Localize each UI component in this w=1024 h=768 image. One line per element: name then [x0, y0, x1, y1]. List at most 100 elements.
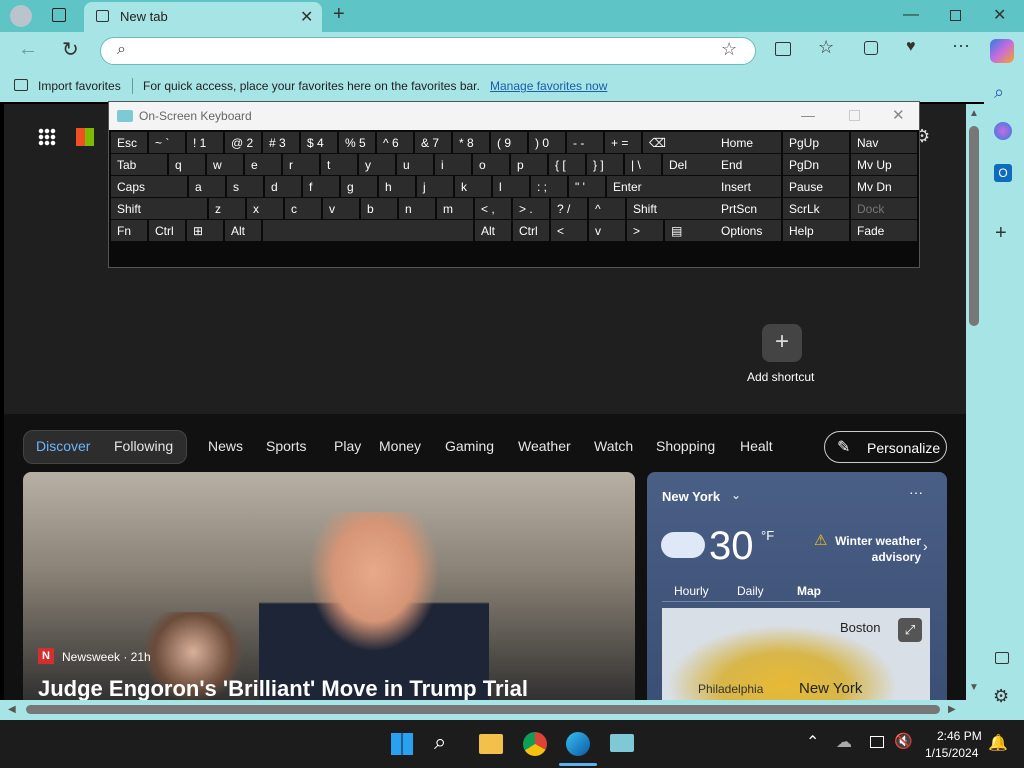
osk-key[interactable]: ? /: [551, 198, 587, 219]
news-card[interactable]: N Newsweek · 21h Judge Engoron's 'Brilli…: [23, 472, 635, 704]
osk-key[interactable]: & 7: [415, 132, 451, 153]
back-icon[interactable]: ←: [18, 38, 38, 61]
osk-maximize-button[interactable]: [849, 110, 860, 121]
weather-tab-hourly[interactable]: Hourly: [674, 584, 709, 598]
tab-watch[interactable]: Watch: [594, 438, 633, 454]
weather-tab-map[interactable]: Map: [797, 584, 821, 598]
weather-card[interactable]: New York ⌄ ··· 30 °F ⚠ Winter weather ad…: [647, 472, 947, 704]
taskbar-search-icon[interactable]: ⌕: [434, 729, 446, 755]
osk-nav-key[interactable]: ScrLk: [783, 198, 849, 219]
tab-news[interactable]: News: [208, 438, 243, 454]
osk-nav-key[interactable]: PgDn: [783, 154, 849, 175]
osk-nav-key[interactable]: End: [715, 154, 781, 175]
favorites-icon[interactable]: ☆: [818, 37, 834, 58]
osk-key[interactable]: ~ `: [149, 132, 185, 153]
osk-key[interactable]: > .: [513, 198, 549, 219]
osk-key[interactable]: u: [397, 154, 433, 175]
onedrive-icon[interactable]: ☁: [836, 732, 852, 752]
tab-actions-icon[interactable]: [52, 8, 66, 22]
osk-nav-key[interactable]: Options: [715, 220, 781, 241]
tray-chevron-icon[interactable]: ⌃: [806, 732, 819, 752]
osk-key[interactable]: Alt: [475, 220, 511, 241]
osk-key[interactable]: t: [321, 154, 357, 175]
osk-key[interactable]: + =: [605, 132, 641, 153]
volume-icon[interactable]: 🔇: [894, 732, 913, 750]
weather-alert[interactable]: Winter weather advisory: [833, 533, 921, 565]
osk-key[interactable]: i: [435, 154, 471, 175]
settings-more-icon[interactable]: ···: [952, 35, 970, 56]
scroll-right-icon[interactable]: ▶: [948, 704, 956, 715]
osk-key[interactable]: ⌫: [643, 132, 717, 153]
osk-nav-key[interactable]: Insert: [715, 176, 781, 197]
weather-map[interactable]: Boston Philadelphia New York ⤢: [662, 608, 930, 704]
hide-sidebar-icon[interactable]: [995, 652, 1009, 664]
osk-key[interactable]: Esc: [111, 132, 147, 153]
osk-key[interactable]: Enter: [607, 176, 717, 197]
osk-taskbar-icon[interactable]: [610, 734, 634, 752]
scroll-left-icon[interactable]: ◀: [8, 704, 16, 715]
notifications-icon[interactable]: 🔔: [988, 733, 1008, 753]
tab-new-tab[interactable]: New tab ✕: [84, 2, 322, 32]
osk-key[interactable]: Ctrl: [513, 220, 549, 241]
horizontal-scrollbar[interactable]: ◀ ▶: [0, 700, 984, 720]
expand-map-icon[interactable]: ⤢: [898, 618, 922, 642]
osk-nav-key[interactable]: Help: [783, 220, 849, 241]
clock-date[interactable]: 1/15/2024: [925, 746, 978, 760]
osk-key[interactable]: $ 4: [301, 132, 337, 153]
osk-key[interactable]: - -: [567, 132, 603, 153]
osk-nav-key[interactable]: Mv Dn: [851, 176, 917, 197]
scroll-thumb[interactable]: [969, 126, 979, 326]
osk-nav-key[interactable]: Nav: [851, 132, 917, 153]
osk-key[interactable]: # 3: [263, 132, 299, 153]
performance-icon[interactable]: ♥: [906, 38, 916, 56]
osk-key[interactable]: y: [359, 154, 395, 175]
osk-key[interactable]: [263, 220, 473, 241]
vertical-scrollbar[interactable]: ▲ ▼: [966, 104, 984, 700]
tab-money[interactable]: Money: [379, 438, 421, 454]
apps-launcher-icon[interactable]: [38, 128, 56, 146]
weather-city[interactable]: New York: [662, 489, 720, 504]
sidebar-add-icon[interactable]: +: [995, 222, 1007, 245]
tab-gaming[interactable]: Gaming: [445, 438, 494, 454]
edge-icon[interactable]: [566, 732, 590, 756]
osk-close-button[interactable]: ✕: [892, 106, 905, 124]
osk-key[interactable]: % 5: [339, 132, 375, 153]
osk-key[interactable]: h: [379, 176, 415, 197]
weather-tab-daily[interactable]: Daily: [737, 584, 764, 598]
osk-key[interactable]: >: [627, 220, 663, 241]
start-icon[interactable]: [391, 733, 413, 755]
outlook-icon[interactable]: O: [994, 164, 1012, 182]
tab-following[interactable]: Following: [114, 438, 173, 454]
osk-key[interactable]: z: [209, 198, 245, 219]
osk-key[interactable]: | \: [625, 154, 661, 175]
osk-nav-key[interactable]: Pause: [783, 176, 849, 197]
news-headline[interactable]: Judge Engoron's 'Brilliant' Move in Trum…: [38, 676, 528, 702]
osk-key[interactable]: o: [473, 154, 509, 175]
osk-key[interactable]: p: [511, 154, 547, 175]
import-favorites-link[interactable]: Import favorites: [38, 79, 121, 93]
osk-key[interactable]: * 8: [453, 132, 489, 153]
address-input[interactable]: [141, 42, 711, 60]
osk-key[interactable]: r: [283, 154, 319, 175]
osk-key[interactable]: Del: [663, 154, 717, 175]
osk-key[interactable]: m: [437, 198, 473, 219]
osk-key[interactable]: < ,: [475, 198, 511, 219]
osk-key[interactable]: b: [361, 198, 397, 219]
refresh-icon[interactable]: ↻: [62, 37, 79, 62]
close-window-button[interactable]: ✕: [993, 5, 1006, 25]
osk-key[interactable]: v: [589, 220, 625, 241]
osk-key[interactable]: " ': [569, 176, 605, 197]
osk-nav-key[interactable]: Mv Up: [851, 154, 917, 175]
tab-discover[interactable]: Discover: [36, 438, 90, 454]
tab-play[interactable]: Play: [334, 438, 361, 454]
file-explorer-icon[interactable]: [479, 734, 503, 754]
sidebar-search-icon[interactable]: ⌕: [994, 82, 1004, 103]
tab-close-icon[interactable]: ✕: [300, 7, 313, 27]
chevron-down-icon[interactable]: ⌄: [731, 488, 741, 502]
osk-key[interactable]: Alt: [225, 220, 261, 241]
chrome-icon[interactable]: [523, 732, 547, 756]
osk-key[interactable]: g: [341, 176, 377, 197]
osk-key[interactable]: Ctrl: [149, 220, 185, 241]
osk-key[interactable]: { [: [549, 154, 585, 175]
osk-key[interactable]: Shift: [111, 198, 207, 219]
